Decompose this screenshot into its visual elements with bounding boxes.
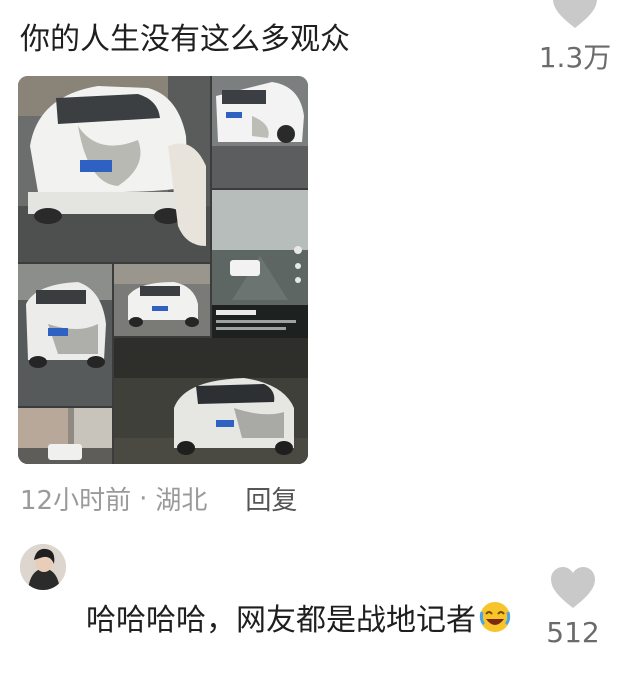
meta-separator: · xyxy=(139,483,148,514)
like-count: 512 xyxy=(546,616,600,649)
reply-like-group[interactable]: 512 xyxy=(528,566,618,649)
avatar[interactable] xyxy=(20,544,66,590)
laughing-emoji-icon xyxy=(479,602,511,632)
photo-collage[interactable] xyxy=(18,76,308,464)
car-photo xyxy=(18,264,112,406)
heart-icon[interactable] xyxy=(551,0,599,30)
car-photo xyxy=(212,76,308,188)
reply-text: 哈哈哈哈，网友都是战地记者 xyxy=(86,598,516,644)
comment-like-group[interactable]: 1.3万 xyxy=(530,0,620,76)
location: 湖北 xyxy=(155,486,208,516)
timestamp: 12小时前 xyxy=(20,486,132,516)
reply-button[interactable]: 回复 xyxy=(245,480,297,517)
heart-icon[interactable] xyxy=(549,566,597,610)
comment-text: 你的人生没有这么多观众 xyxy=(20,22,350,57)
video-screenshot xyxy=(212,190,308,340)
car-photo xyxy=(114,338,308,464)
car-photo xyxy=(18,76,210,262)
street-photo xyxy=(18,408,112,464)
car-photo xyxy=(114,264,210,336)
like-count: 1.3万 xyxy=(538,41,612,74)
comment-meta: 12小时前 · 湖北 回复 xyxy=(20,480,297,517)
reply-text-content: 哈哈哈哈，网友都是战地记者 xyxy=(86,603,476,638)
